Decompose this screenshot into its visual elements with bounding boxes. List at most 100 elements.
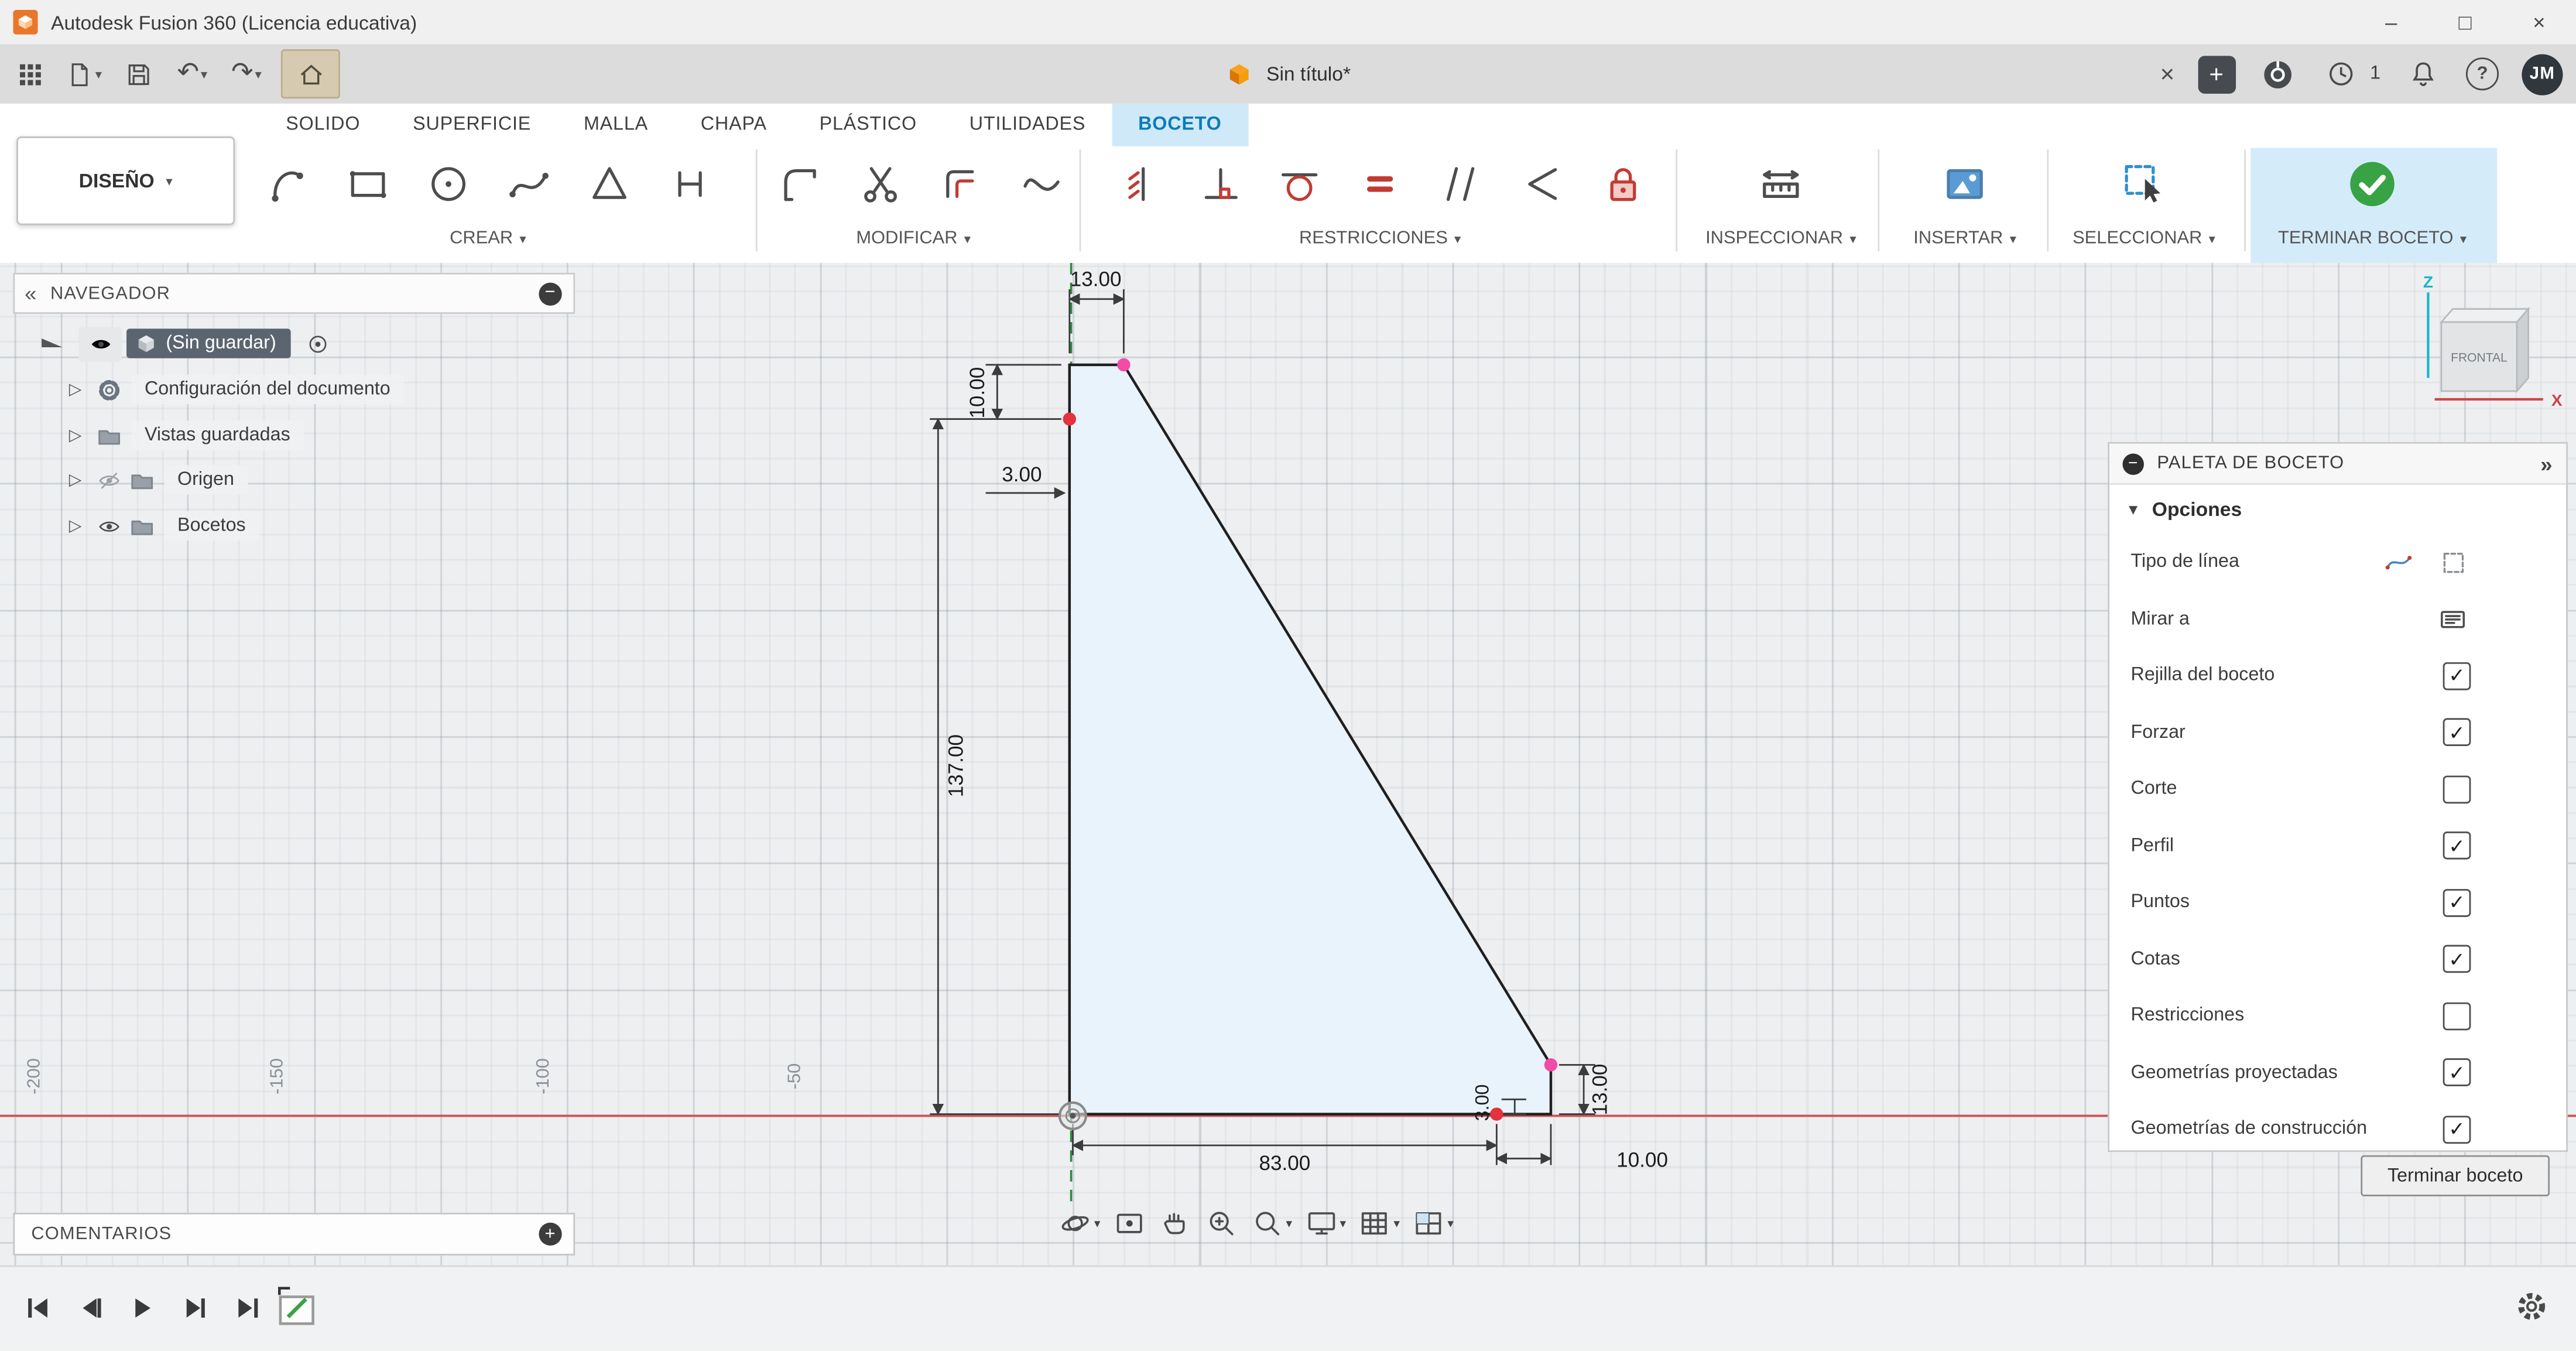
dim-bottom-width[interactable]: 83.00 [1259,1152,1311,1175]
avatar[interactable]: JM [2522,53,2563,94]
sketch-point[interactable] [1490,1107,1503,1120]
origin-row[interactable]: ▷ Origen [69,462,248,498]
polygon-icon[interactable] [577,151,642,217]
new-document-tab-button[interactable]: + [2197,55,2235,93]
tab-malla[interactable]: MALLA [557,104,674,146]
line-icon[interactable] [255,151,320,217]
tab-boceto[interactable]: BOCETO [1112,104,1248,146]
navigator-collapse-icon[interactable]: « [25,281,37,306]
dimensions-checkbox[interactable]: ✓ [2443,945,2471,973]
timeline-step-back-icon[interactable] [69,1287,112,1329]
sketch-profile[interactable] [1070,365,1551,1114]
group-seleccionar[interactable]: SELECCIONAR▾ [2073,228,2215,248]
look-at-view-icon[interactable] [1112,1206,1146,1241]
timeline-sketch-feature-icon[interactable] [273,1284,319,1338]
group-restricciones[interactable]: RESTRICCIONES▾ [1299,228,1461,248]
document-settings-label[interactable]: Configuración del documento [131,375,403,405]
document-node[interactable]: (Sin guardar) [126,329,291,358]
dim-left-height[interactable]: 137.00 [944,734,967,797]
fillet-icon[interactable] [767,151,833,217]
points-checkbox[interactable]: ✓ [2443,888,2471,916]
save-icon[interactable] [118,51,157,97]
group-insertar[interactable]: INSERTAR▾ [1913,228,2016,248]
construction-geometry-checkbox[interactable]: ✓ [2443,1116,2471,1144]
profile-checkbox[interactable]: ✓ [2443,832,2471,860]
zoom-icon[interactable] [1204,1206,1238,1241]
tangent-constraint-icon[interactable] [1267,151,1332,217]
viewport-canvas[interactable]: 13.00 10.00 3.00 137.00 83.00 [0,263,2576,1266]
constraints-checkbox[interactable] [2443,1002,2471,1030]
linetype-icon[interactable] [2380,545,2417,581]
options-section-header[interactable]: ▼ Opciones [2109,485,2566,534]
finish-sketch-button[interactable]: Terminar boceto [2361,1155,2550,1196]
view-cube[interactable]: Z X FRONTAL [2409,273,2573,424]
add-comment-icon[interactable]: + [539,1223,561,1246]
tab-plastico[interactable]: PLÁSTICO [793,104,943,146]
timeline-skip-start-icon[interactable] [16,1287,59,1329]
eye-off-icon[interactable] [92,463,125,496]
group-crear[interactable]: CREAR▾ [450,228,526,248]
document-visibility-toggle[interactable] [79,326,122,361]
slot-icon[interactable] [657,151,722,217]
document-tab[interactable]: Sin título* [1225,45,1351,104]
collinear-constraint-icon[interactable] [1508,151,1574,217]
job-status-clock-icon[interactable] [2321,51,2360,97]
document-settings-row[interactable]: ▷ Configuración del documento [69,371,403,408]
finish-sketch-icon[interactable] [2339,151,2405,217]
timeline-step-forward-icon[interactable] [174,1287,217,1329]
timeline-settings-gear-icon[interactable] [2513,1288,2550,1333]
spline-icon[interactable] [496,151,561,217]
expand-icon[interactable]: ▷ [69,381,92,399]
viewcube-face-label[interactable]: FRONTAL [2451,351,2508,364]
dim-upper-height[interactable]: 10.00 [966,367,989,419]
dim-right-width[interactable]: 10.00 [1616,1148,1668,1171]
grid-checkbox[interactable]: ✓ [2443,662,2471,690]
group-inspeccionar[interactable]: INSPECCIONAR▾ [1705,228,1856,248]
parallel-constraint-icon[interactable] [1428,151,1493,217]
sketch-point-selected[interactable] [1117,358,1130,371]
expand-icon[interactable]: ▷ [69,426,92,444]
eye-icon[interactable] [92,509,125,542]
saved-views-label[interactable]: Vistas guardadas [131,420,303,450]
tab-superficie[interactable]: SUPERFICIE [386,104,557,146]
dim-right-height[interactable]: 13.00 [1588,1064,1611,1116]
data-panel-icon[interactable] [10,51,49,97]
close-button[interactable]: × [2502,0,2576,45]
fix-constraint-icon[interactable] [1590,151,1656,217]
group-terminar-boceto[interactable]: TERMINAR BOCETO▾ [2278,228,2467,248]
workspace-selector[interactable]: DISEÑO ▾ [16,136,235,225]
notifications-bell-icon[interactable] [2403,51,2443,97]
redo-icon[interactable]: ↷ ▾ [227,51,266,97]
project-curve-icon[interactable] [1009,151,1074,217]
home-view-icon[interactable] [281,49,340,98]
timeline-skip-end-icon[interactable] [227,1287,269,1329]
expand-icon[interactable]: ▷ [69,471,92,489]
trim-icon[interactable] [848,151,913,217]
slice-checkbox[interactable] [2443,775,2471,803]
orbit-icon[interactable]: ▾ [1058,1206,1100,1241]
activate-component-radio[interactable] [301,327,334,360]
document-row[interactable]: (Sin guardar) [36,326,334,362]
close-document-tab-icon[interactable]: × [2160,60,2175,88]
comments-panel[interactable]: COMENTARIOS + [13,1213,575,1256]
expand-icon[interactable]: ▷ [69,517,92,535]
sketch-point[interactable] [1063,412,1076,425]
dim-left-offset[interactable]: 3.00 [1002,463,1042,486]
extensions-icon[interactable] [2258,51,2297,97]
dim-top-width[interactable]: 13.00 [1070,268,1122,290]
palette-minimize-icon[interactable]: − [2123,453,2144,474]
grid-settings-icon[interactable]: ▾ [1358,1206,1400,1241]
palette-collapse-icon[interactable]: » [2540,451,2553,476]
minimize-button[interactable]: – [2354,0,2428,45]
construction-linetype-icon[interactable] [2435,545,2471,581]
look-at-icon[interactable] [2435,601,2471,637]
offset-icon[interactable] [928,151,994,217]
origin-marker[interactable] [1060,1103,1086,1129]
tab-solido[interactable]: SOLIDO [259,104,386,146]
viewports-icon[interactable]: ▾ [1412,1206,1454,1241]
help-icon[interactable]: ? [2466,57,2499,90]
sketches-row[interactable]: ▷ Bocetos [69,508,259,544]
navigator-minimize-icon[interactable]: − [539,282,561,305]
sketch-point-selected[interactable] [1544,1058,1557,1071]
file-menu-icon[interactable]: ▾ [64,51,103,97]
